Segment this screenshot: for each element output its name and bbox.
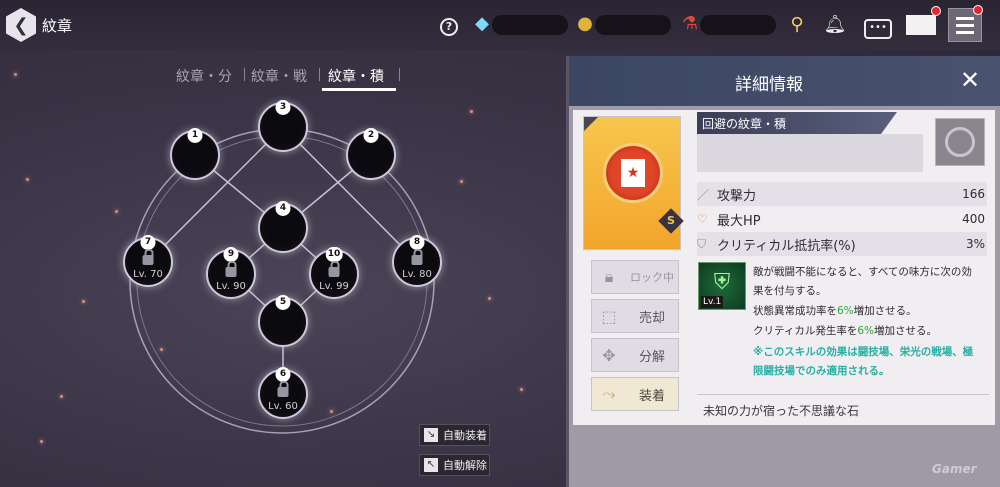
potion-icon: ⚗ xyxy=(681,13,699,34)
flavor-text: 未知の力が宿った不思議な石 xyxy=(703,404,860,418)
item-card: ★ S xyxy=(583,116,684,250)
equip-button[interactable]: ⤳ 装着 xyxy=(591,377,679,411)
lock-icon xyxy=(142,249,154,265)
lock-icon xyxy=(411,249,423,265)
sell-button-label: 売却 xyxy=(638,310,665,326)
stat-label: クリティカル抵抗率(%) xyxy=(717,238,856,254)
detail-panel-header: 詳細情報 ✕ xyxy=(569,56,1000,106)
skill-restriction-note: ※このスキルの効果は闘技場、栄光の戦場、極 xyxy=(753,346,974,358)
emblem-slot-10[interactable]: 10 Lv. 99 xyxy=(309,247,359,299)
slot-number: 1 xyxy=(187,128,203,143)
sword-icon: ／ xyxy=(697,187,710,202)
slot-level-requirement: Lv. 80 xyxy=(402,269,432,280)
skill-description-line: 果を付与する。 xyxy=(753,285,827,297)
skill-description-line: クリティカル発生率を6%増加させる。 xyxy=(753,325,938,337)
slot-number: 3 xyxy=(275,100,291,115)
emblem-slot-5[interactable]: 5 xyxy=(258,295,308,347)
skill-description-line: 敵が戦闘不能になると、すべての味方に次の効 xyxy=(753,266,972,278)
envelope-icon xyxy=(906,15,936,35)
equip-icon: ⤳ xyxy=(602,384,616,403)
menu-alert-dot xyxy=(973,5,983,15)
gold-counter xyxy=(595,15,671,35)
item-name-subarea xyxy=(697,134,923,172)
emblem-slot-7[interactable]: 7 Lv. 70 xyxy=(123,235,173,287)
item-name: 回避の紋章・積 xyxy=(697,112,897,134)
lock-icon xyxy=(328,261,340,277)
emblem-slot-9[interactable]: 9 Lv. 90 xyxy=(206,247,256,299)
skill-icon: ⛨ Lv.1 xyxy=(698,262,746,310)
slot-number: 5 xyxy=(275,295,291,310)
lock-icon xyxy=(277,381,289,397)
skill-description-line: 状態異常成功率を6%増加させる。 xyxy=(753,305,917,317)
detail-panel-body: ★ S 🔒︎ ロック中 ⬚ 売却 ✥ 分解 ⤳ 装着 回避の紋章・積 ／ 攻撃力 166 ♡… xyxy=(573,110,995,425)
lock-button-label: ロック中 xyxy=(630,271,674,284)
stat-value: 166 xyxy=(962,187,985,201)
search-icon: ⚲ xyxy=(790,14,804,35)
item-corner-marker xyxy=(584,117,598,131)
stat-row-crit-resist: ⛉ クリティカル抵抗率(%) 3% xyxy=(697,232,987,256)
detail-panel: 詳細情報 ✕ ★ S 🔒︎ ロック中 ⬚ 売却 ✥ 分解 ⤳ 装着 回避の紋章・積 ／ 攻… xyxy=(566,56,1000,487)
close-button[interactable]: ✕ xyxy=(956,66,984,94)
skill-restriction-note: 限闘技場でのみ適用される。 xyxy=(753,365,890,377)
auto-equip-button[interactable]: ↘ 自動装着 xyxy=(419,424,490,446)
sell-icon: ⬚ xyxy=(601,306,617,326)
emblem-slot-1[interactable]: 1 xyxy=(170,128,220,180)
notification-button[interactable]: 🔔︎ xyxy=(820,11,850,39)
emblem-slot-4[interactable]: 4 xyxy=(258,201,308,253)
grade-badge: S xyxy=(658,208,684,234)
disassemble-button-label: 分解 xyxy=(638,349,665,365)
detail-panel-title: 詳細情報 xyxy=(735,75,803,95)
auto-unequip-icon: ↖ xyxy=(424,458,438,472)
auto-unequip-label: 自動解除 xyxy=(443,459,487,472)
mail-alert-dot xyxy=(931,6,941,16)
auto-equip-label: 自動装着 xyxy=(443,429,487,442)
slot-number: 4 xyxy=(275,201,291,216)
search-button[interactable]: ⚲ xyxy=(782,11,812,39)
potion-counter xyxy=(700,15,776,35)
slot-number: 6 xyxy=(275,367,291,382)
stat-value: 3% xyxy=(965,237,985,251)
stat-row-hp: ♡ 最大HP 400 xyxy=(697,207,987,231)
chat-button[interactable]: ••• xyxy=(862,11,894,39)
slot-level-requirement: Lv. 60 xyxy=(268,401,298,412)
disassemble-button[interactable]: ✥ 分解 xyxy=(591,338,679,372)
close-icon: ✕ xyxy=(959,66,981,94)
emblem-slot-3[interactable]: 3 xyxy=(258,100,308,152)
stat-label: 最大HP xyxy=(717,213,761,229)
emblem-slot-6[interactable]: 6 Lv. 60 xyxy=(258,367,308,419)
slot-number: 2 xyxy=(363,128,379,143)
padlock-icon: 🔒︎ xyxy=(604,267,614,286)
heart-icon: ♡ xyxy=(697,212,708,226)
divider xyxy=(697,394,989,395)
slot-number: 8 xyxy=(409,235,425,250)
lock-icon xyxy=(225,261,237,277)
sell-button[interactable]: ⬚ 売却 xyxy=(591,299,679,333)
lock-button[interactable]: 🔒︎ ロック中 xyxy=(591,260,679,294)
auto-equip-icon: ↘ xyxy=(424,428,438,442)
chat-bubble-icon: ••• xyxy=(864,19,892,39)
bell-icon: 🔔︎ xyxy=(823,14,847,35)
compass-emblem-icon xyxy=(935,118,985,166)
emblem-icon: ★ xyxy=(603,143,663,203)
stat-label: 攻撃力 xyxy=(717,188,757,204)
slot-level-requirement: Lv. 90 xyxy=(216,281,246,292)
emblem-slot-2[interactable]: 2 xyxy=(346,128,396,180)
skill-level: Lv.1 xyxy=(701,296,724,308)
gold-coin-icon: ● xyxy=(577,13,593,34)
slot-number: 9 xyxy=(223,247,239,262)
emblem-slot-8[interactable]: 8 Lv. 80 xyxy=(392,235,442,287)
slot-level-requirement: Lv. 99 xyxy=(319,281,349,292)
slot-number: 10 xyxy=(325,247,343,262)
watermark: Gamer xyxy=(932,462,977,476)
slot-level-requirement: Lv. 70 xyxy=(133,269,163,280)
stat-value: 400 xyxy=(962,212,985,226)
auto-unequip-button[interactable]: ↖ 自動解除 xyxy=(419,454,490,476)
equip-button-label: 装着 xyxy=(638,388,665,404)
shield-icon: ⛉ xyxy=(697,236,707,251)
disassemble-icon: ✥ xyxy=(602,345,616,365)
slot-number: 7 xyxy=(140,235,156,250)
stat-row-attack: ／ 攻撃力 166 xyxy=(697,182,987,206)
